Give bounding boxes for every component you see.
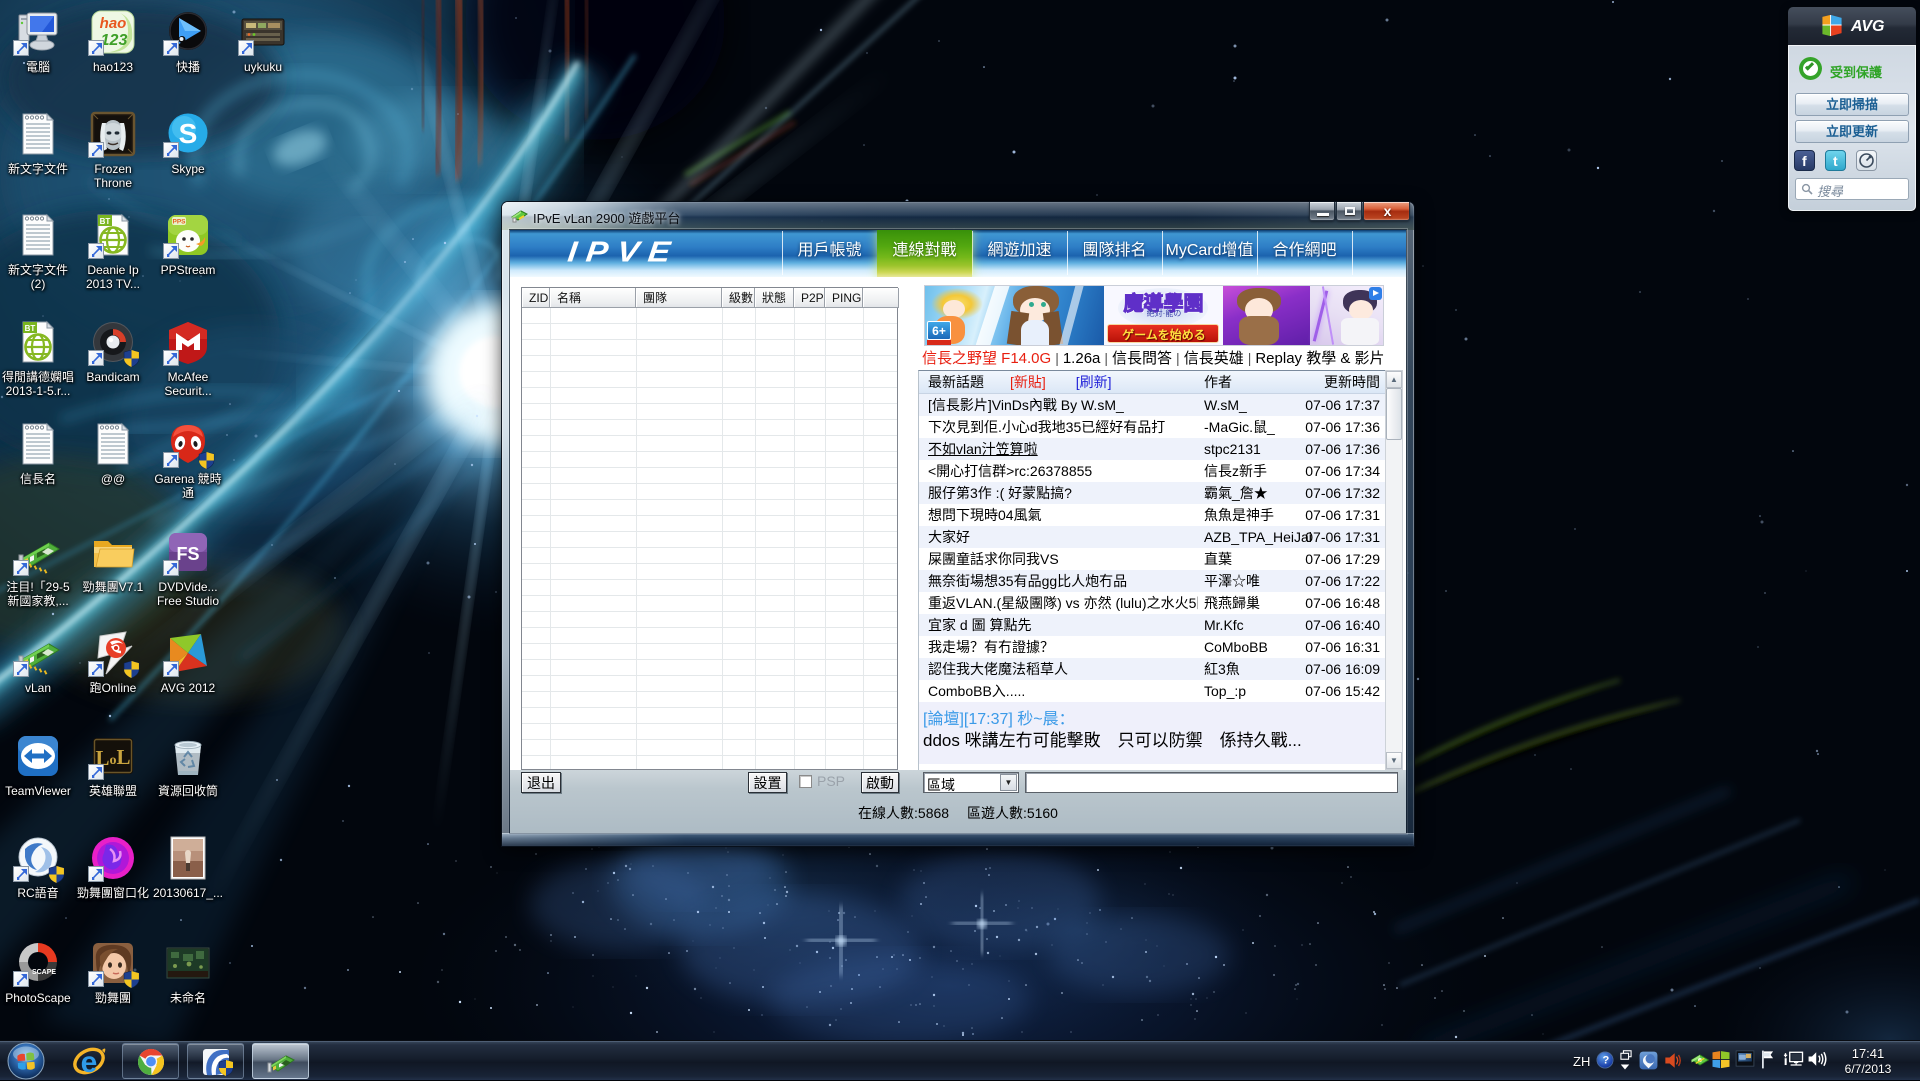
svg-text:e: e — [81, 1046, 98, 1079]
svg-text:PPS: PPS — [172, 219, 186, 226]
svg-text:BT: BT — [100, 217, 111, 226]
svg-text:S: S — [179, 118, 198, 149]
svg-text:BT: BT — [25, 324, 36, 333]
svg-text:SCAPE: SCAPE — [32, 969, 56, 976]
svg-text:123: 123 — [101, 32, 128, 49]
svg-text:hao: hao — [100, 15, 127, 32]
svg-text:FS: FS — [176, 544, 199, 564]
